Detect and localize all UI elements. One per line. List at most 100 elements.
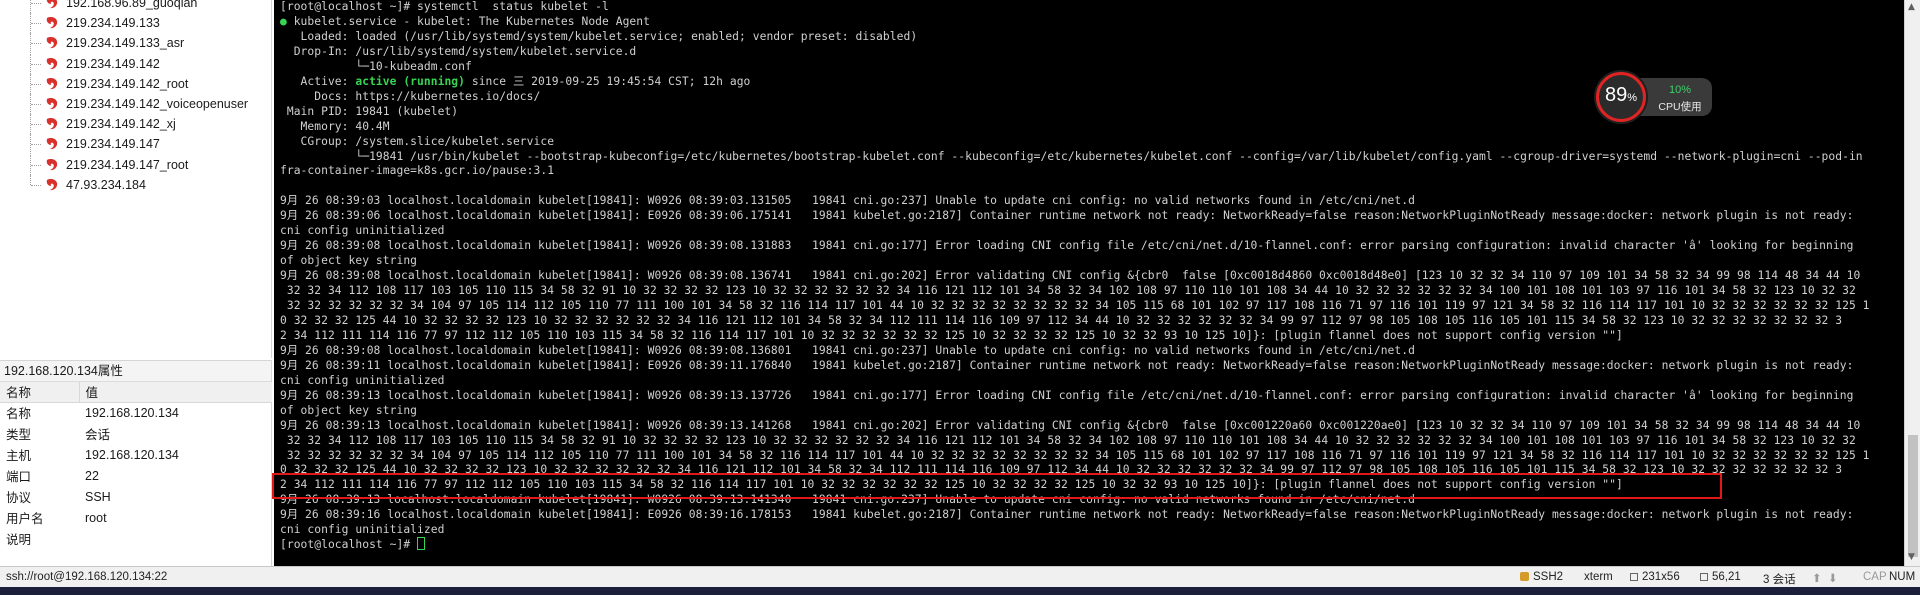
cpu-usage-percent: 89% (1604, 84, 1638, 106)
property-row[interactable]: 协议 SSH (0, 486, 272, 507)
tree-connector (30, 134, 42, 155)
property-row[interactable]: 用户名 root (0, 507, 272, 528)
session-tree: 192.168.96.89_guoqian 219.234.149.133 219.… (0, 0, 272, 358)
status-bar: ssh://root@192.168.120.134:22 SSH2 xterm… (0, 566, 1920, 587)
session-tree-item[interactable]: 219.234.149.142 (30, 53, 160, 74)
num-lock-indicator: NUM (1889, 571, 1916, 583)
property-key: 协议 (6, 491, 32, 505)
terminal-scrollbar[interactable]: ▲ ▼ (1904, 0, 1920, 566)
session-icon (44, 96, 60, 112)
property-key: 类型 (6, 428, 32, 442)
session-label: 192.168.96.89_guoqian (66, 0, 198, 10)
error-highlight-box (272, 473, 1722, 499)
cursor-position-icon (1700, 573, 1708, 581)
session-tree-item[interactable]: 219.234.149.142_root (30, 73, 188, 94)
tree-connector (30, 174, 42, 195)
session-tree-item[interactable]: 219.234.149.147 (30, 134, 160, 155)
session-icon (44, 56, 60, 72)
properties-body: 名称 192.168.120.134 类型 会话主机 192.168.120.134 端口… (0, 402, 272, 549)
tree-connector (30, 94, 42, 114)
tree-connector (30, 73, 42, 94)
next-session-button[interactable]: ⬇ (1828, 571, 1838, 585)
session-tree-item[interactable]: 219.234.149.142_voiceopenuser (30, 94, 249, 114)
session-icon (44, 136, 60, 152)
active-running-status: active (running) (355, 74, 465, 88)
property-row[interactable]: 名称 192.168.120.134 (0, 402, 272, 423)
column-header-name[interactable]: 名称 (0, 382, 80, 403)
property-key: 名称 (6, 407, 32, 422)
terminal-line: 9月 26 08:39:16 localhost.localdomain kub… (280, 508, 1854, 522)
session-icon (44, 76, 60, 92)
properties-panel: 192.168.120.134属性 名称 值 名称 192.168.120.134… (0, 360, 272, 566)
caps-lock-indicator: CAP (1863, 571, 1887, 583)
session-tree-item[interactable]: 219.234.149.133 (30, 13, 160, 34)
terminal-line: 0 32 32 32 125 44 10 32 32 32 32 123 10 … (280, 313, 1843, 327)
terminal-line: 9月 26 08:39:08 localhost.localdomain kub… (280, 269, 1861, 283)
session-tree-item[interactable]: 47.93.234.184 (30, 174, 146, 195)
session-label: 47.93.234.184 (66, 177, 146, 192)
property-key: 端口 (6, 470, 32, 484)
column-header-value[interactable]: 值 (79, 382, 272, 403)
terminal-prompt-line[interactable]: [root@localhost ~]# (280, 537, 426, 552)
property-value: 192.168.120.134 (85, 405, 179, 420)
property-value: root (85, 510, 107, 525)
terminal-line: [root@localhost ~]# systemctl status kub… (280, 0, 609, 13)
cursor-position: 56,21 (1700, 571, 1741, 583)
property-row[interactable]: 说明 (0, 528, 272, 549)
property-value (79, 528, 272, 549)
property-value: 192.168.120.134 (85, 447, 179, 462)
lock-icon (1520, 572, 1529, 581)
tree-connector (30, 114, 42, 135)
session-label: 219.234.149.142_voiceopenuser (66, 97, 249, 111)
session-tree-item[interactable]: 192.168.96.89_guoqian (30, 0, 198, 13)
active-label: Active: (280, 74, 356, 88)
cpu-usage-widget[interactable]: 89% 10% CPU使用 (1596, 72, 1712, 122)
session-icon (44, 35, 60, 51)
terminal-line: 9月 26 08:39:08 localhost.localdomain kub… (280, 343, 1415, 357)
terminal-line: 9月 26 08:39:06 localhost.localdomain kub… (280, 209, 1854, 223)
terminal-line: cni config uninitialized (280, 373, 445, 387)
session-icon (44, 15, 60, 31)
cpu-usage-label: CPU使用 (1658, 101, 1702, 113)
session-tree-item[interactable]: 219.234.149.147_root (30, 154, 189, 175)
property-row[interactable]: 主机 192.168.120.134 (0, 444, 272, 465)
scroll-down-arrow-icon[interactable]: ▼ (1908, 552, 1915, 562)
tree-connector (30, 53, 42, 74)
scrollbar-thumb[interactable] (1908, 435, 1918, 557)
properties-title: 192.168.120.134属性 (0, 361, 271, 382)
tree-connector (30, 0, 42, 13)
service-title: kubelet.service - kubelet: The Kubernete… (286, 14, 650, 28)
tree-connector (30, 13, 42, 34)
terminal-line: Drop-In: /usr/lib/systemd/system/kubelet… (280, 44, 637, 58)
terminal-line: of object key string (280, 254, 418, 268)
property-key: 主机 (6, 449, 32, 463)
properties-header-row: 名称 值 (0, 382, 272, 403)
prev-session-button[interactable]: ⬆ (1812, 571, 1822, 585)
cpu-secondary-value: 10% (1668, 84, 1692, 96)
property-row[interactable]: 类型 会话 (0, 423, 272, 444)
terminal-line: Active: active (running) since 三 2019-09… (280, 74, 751, 89)
session-tree-item[interactable]: 219.234.149.133_asr (30, 33, 185, 54)
session-icon (44, 116, 60, 132)
session-label: 219.234.149.142_xj (66, 117, 176, 132)
session-tree-item[interactable]: 219.234.149.142_xj (30, 114, 176, 135)
terminal-type: xterm (1584, 571, 1613, 583)
protocol-indicator: SSH2 (1520, 571, 1563, 583)
terminal-line: 9月 26 08:39:11 localhost.localdomain kub… (280, 358, 1854, 372)
taskbar-strip (0, 587, 1920, 595)
terminal-line: 9月 26 08:39:13 localhost.localdomain kub… (280, 388, 1854, 402)
session-label: 219.234.149.133 (66, 16, 160, 31)
property-row[interactable]: 端口 22 (0, 465, 272, 486)
session-icon (44, 157, 60, 173)
property-value: SSH (85, 489, 111, 504)
terminal-line: Loaded: loaded (/usr/lib/systemd/system/… (280, 29, 918, 43)
terminal-line: CGroup: /system.slice/kubelet.service (280, 134, 555, 148)
terminal-cursor (417, 537, 426, 551)
scroll-up-arrow-icon[interactable]: ▲ (1908, 2, 1915, 12)
terminal-line: ● kubelet.service - kubelet: The Kuberne… (280, 14, 650, 29)
property-key: 用户名 (6, 512, 44, 526)
session-label: 219.234.149.133_asr (66, 36, 185, 51)
session-label: 219.234.149.147_root (66, 157, 189, 172)
terminal-line: └─19841 /usr/bin/kubelet --bootstrap-kub… (280, 149, 1863, 163)
session-count: 3 会话 (1763, 574, 1796, 586)
